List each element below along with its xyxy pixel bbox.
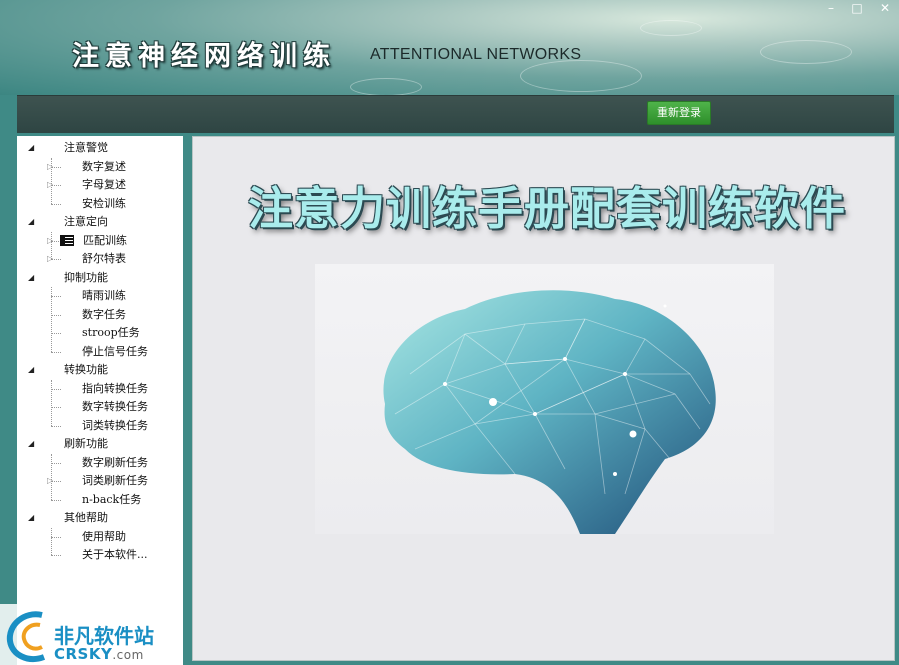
tree-category[interactable]: ◢ 转换功能 <box>17 361 183 379</box>
tree-connector <box>51 407 61 408</box>
tree-connector <box>51 351 61 353</box>
tree-item-label: 字母复述 <box>82 178 126 191</box>
tree-item[interactable]: 使用帮助 <box>17 528 183 546</box>
tree-category-label: 刷新功能 <box>64 437 108 450</box>
list-icon <box>60 234 74 246</box>
tree-connector <box>51 203 61 205</box>
tree-item-label: 指向转换任务 <box>82 381 148 395</box>
tree-item-label: 数字复述 <box>82 159 126 173</box>
tree-connector <box>51 231 52 260</box>
tree-category[interactable]: ◢ 其他帮助 <box>17 509 183 527</box>
tree-item-label: 安检训练 <box>82 196 126 210</box>
tree-connector <box>51 555 61 556</box>
tree-item[interactable]: 关于本软件... <box>17 546 183 564</box>
tree-connector <box>51 527 52 556</box>
sidebar-tree: ◢ 注意警觉 ▷ 数字复述 ▷ 字母复述 安检训练 ◢ 注意定向 ▷ 匹配训练 ▷ 舒尔特表 ◢ 抑制功能晴… <box>17 136 183 665</box>
expand-arrow-icon[interactable]: ◢ <box>28 509 34 527</box>
tree-category-label: 注意警觉 <box>64 141 108 154</box>
tree-item[interactable]: 指向转换任务 <box>17 380 183 398</box>
tree-item-label: 词类刷新任务 <box>82 474 148 487</box>
tree-connector <box>51 453 52 500</box>
tree-item-label: n-back任务 <box>82 492 142 506</box>
tree-connector <box>51 425 61 427</box>
watermark-domain-name: CRSKY <box>54 645 113 663</box>
tree-connector <box>51 379 52 426</box>
minimize-button[interactable]: – <box>820 0 842 16</box>
tree-connector <box>51 536 61 538</box>
tree-item-label: 关于本软件... <box>82 548 148 561</box>
tree-item[interactable]: ▷ 匹配训练 <box>17 232 183 250</box>
tree-item-label: stroop任务 <box>82 326 140 339</box>
tree-item[interactable]: ▷ 舒尔特表 <box>17 250 183 268</box>
tree-item[interactable]: n-back任务 <box>17 491 183 509</box>
tree-connector <box>51 333 61 334</box>
tree-item-label: 数字刷新任务 <box>82 455 148 469</box>
tree-item[interactable]: 词类转换任务 <box>17 417 183 435</box>
tree-item[interactable]: ▷ 数字复述 <box>17 158 183 176</box>
crsky-logo-icon <box>6 611 46 662</box>
watermark-domain: CRSKY.com <box>54 645 144 663</box>
app-subtitle: ATTENTIONAL NETWORKS <box>370 46 582 63</box>
close-button[interactable]: ✕ <box>874 0 896 16</box>
tree-connector <box>51 287 52 352</box>
ripple-decoration <box>350 78 422 95</box>
tree-connector <box>51 296 61 297</box>
tree-connector <box>51 314 61 316</box>
tree-category[interactable]: ◢ 抑制功能 <box>17 269 183 287</box>
ripple-decoration <box>760 40 852 64</box>
tree-item-label: 舒尔特表 <box>82 252 126 265</box>
ripple-decoration <box>640 20 702 36</box>
app-title: 注意神经网络训练 <box>72 41 336 72</box>
tree-category-label: 抑制功能 <box>64 270 108 284</box>
expand-arrow-icon[interactable]: ◢ <box>28 213 34 231</box>
brain-icon <box>383 290 716 534</box>
relogin-button[interactable]: 重新登录 <box>647 101 711 125</box>
expand-arrow-icon[interactable]: ◢ <box>28 139 34 157</box>
tree-category[interactable]: ◢ 注意定向 <box>17 213 183 231</box>
tree-item[interactable]: 停止信号任务 <box>17 343 183 361</box>
tree-item[interactable]: ▷ 字母复述 <box>17 176 183 194</box>
tree-category-label: 转换功能 <box>64 363 108 376</box>
tree-item-label: 数字任务 <box>82 307 126 321</box>
toolbar <box>17 95 894 133</box>
tree-item[interactable]: 数字任务 <box>17 306 183 324</box>
tree-item[interactable]: ▷ 词类刷新任务 <box>17 472 183 490</box>
tree-item-label: 使用帮助 <box>82 529 126 543</box>
tree-item-label: 匹配训练 <box>83 233 127 247</box>
tree-item-label: 词类转换任务 <box>82 418 148 432</box>
app-header: 注意神经网络训练 ATTENTIONAL NETWORKS – □ ✕ <box>0 0 899 95</box>
tree-connector <box>51 462 61 464</box>
tree-item[interactable]: 数字刷新任务 <box>17 454 183 472</box>
tree-connector <box>51 157 52 204</box>
watermark-tld: .com <box>112 648 144 662</box>
tree-item[interactable]: 安检训练 <box>17 195 183 213</box>
tree-item-label: 晴雨训练 <box>82 289 126 302</box>
brain-illustration <box>315 264 774 534</box>
expand-arrow-icon[interactable]: ◢ <box>28 435 34 453</box>
tree-category-label: 注意定向 <box>64 215 108 228</box>
expand-arrow-icon[interactable]: ◢ <box>28 361 34 379</box>
tree-item-label: 停止信号任务 <box>82 344 148 358</box>
tree-item-label: 数字转换任务 <box>82 400 148 413</box>
tree-category[interactable]: ◢ 刷新功能 <box>17 435 183 453</box>
tree-item[interactable]: 数字转换任务 <box>17 398 183 416</box>
tree-item[interactable]: stroop任务 <box>17 324 183 342</box>
tree-item[interactable]: 晴雨训练 <box>17 287 183 305</box>
expand-arrow-icon[interactable]: ◢ <box>28 269 34 287</box>
tree-connector <box>51 499 61 501</box>
maximize-button[interactable]: □ <box>846 0 868 16</box>
tree-category[interactable]: ◢ 注意警觉 <box>17 139 183 157</box>
tree-connector <box>51 388 61 390</box>
ripple-decoration <box>520 60 642 92</box>
tree-category-label: 其他帮助 <box>64 511 108 524</box>
banner-title: 注意力训练手册配套训练软件 <box>248 182 847 235</box>
